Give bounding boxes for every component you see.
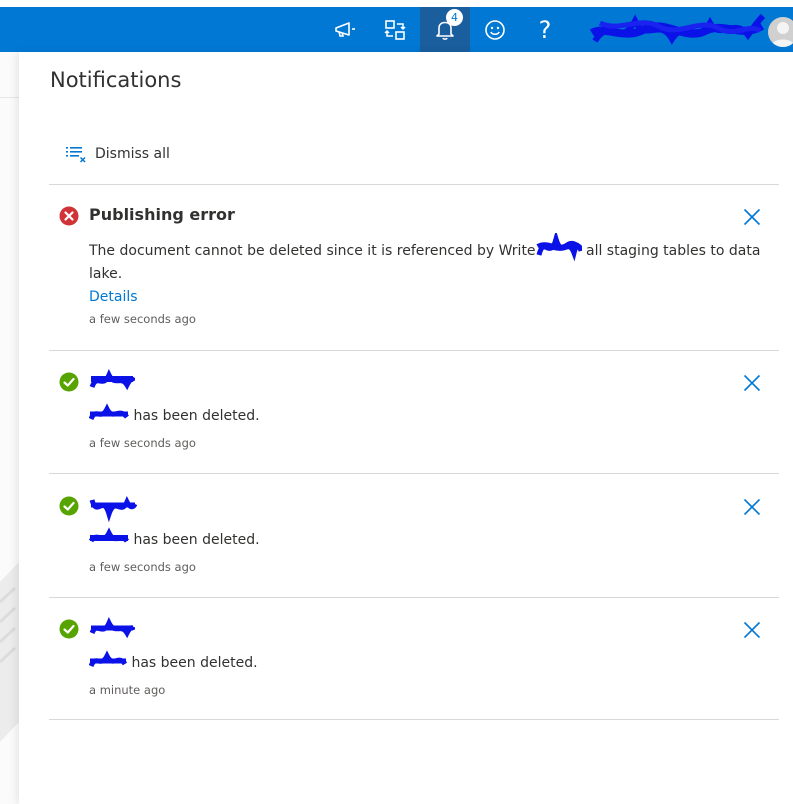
announcements-button[interactable] xyxy=(320,7,370,52)
success-icon xyxy=(59,619,79,639)
message-text: The document cannot be deleted since it … xyxy=(89,243,536,259)
notifications-button[interactable]: 4 xyxy=(420,7,470,52)
redacted-text xyxy=(89,403,129,421)
avatar-icon xyxy=(771,22,793,47)
redacted-username xyxy=(590,13,765,45)
divider xyxy=(49,473,779,474)
redacted-title xyxy=(89,369,135,391)
redacted-title xyxy=(89,617,135,639)
divider xyxy=(49,597,779,598)
close-icon[interactable] xyxy=(743,208,761,226)
help-icon: ? xyxy=(538,15,552,44)
redacted-title xyxy=(89,496,137,522)
switch-directory-button[interactable] xyxy=(370,7,420,52)
success-icon xyxy=(59,372,79,392)
megaphone-icon xyxy=(335,21,355,37)
notification-timestamp: a minute ago xyxy=(89,683,166,697)
redacted-text xyxy=(89,650,127,668)
notification-item-success: has been deleted. a few seconds ago xyxy=(49,496,779,576)
notification-count-badge: 4 xyxy=(446,9,463,26)
redacted-text xyxy=(536,233,582,262)
notifications-panel: Notifications Dismiss all Publishing err… xyxy=(19,52,793,804)
notification-timestamp: a few seconds ago xyxy=(89,436,196,450)
message-text-line2: lake. xyxy=(89,266,123,282)
divider xyxy=(49,184,779,185)
dismiss-all-label: Dismiss all xyxy=(95,146,170,162)
smiley-icon xyxy=(485,19,505,40)
account-avatar[interactable] xyxy=(768,17,793,47)
close-icon[interactable] xyxy=(743,498,761,516)
background-page: em xyxy=(0,52,20,804)
notification-item-success: has been deleted. a minute ago xyxy=(49,617,779,699)
background-graphic xyxy=(0,562,19,742)
details-link[interactable]: Details xyxy=(89,289,138,305)
redacted-text xyxy=(89,527,129,543)
divider xyxy=(49,719,779,720)
notification-timestamp: a few seconds ago xyxy=(89,560,196,574)
panel-title: Notifications xyxy=(50,68,182,92)
switch-directory-icon xyxy=(384,19,406,40)
notification-message: has been deleted. xyxy=(89,403,769,427)
notification-item-success: has been deleted. a few seconds ago xyxy=(49,369,779,452)
dismiss-all-icon xyxy=(66,147,86,163)
top-bar: 4 ? xyxy=(0,0,793,52)
notification-item-error: Publishing error The document cannot be … xyxy=(49,205,779,326)
dismiss-all-button[interactable]: Dismiss all xyxy=(65,144,170,164)
message-text: has been deleted. xyxy=(129,408,260,424)
success-icon xyxy=(59,496,79,516)
divider xyxy=(49,350,779,351)
help-button[interactable]: ? xyxy=(520,7,570,52)
feedback-button[interactable] xyxy=(470,7,520,52)
notification-title: Publishing error xyxy=(89,205,235,224)
background-divider xyxy=(0,97,19,98)
close-icon[interactable] xyxy=(743,621,761,639)
notification-message: has been deleted. xyxy=(89,527,769,551)
error-icon xyxy=(59,206,79,226)
notification-message: The document cannot be deleted since it … xyxy=(89,233,769,285)
close-icon[interactable] xyxy=(743,374,761,392)
message-text: has been deleted. xyxy=(129,532,260,548)
message-text-continued: all staging tables to data xyxy=(581,243,761,259)
notification-timestamp: a few seconds ago xyxy=(89,312,196,326)
notification-message: has been deleted. xyxy=(89,650,769,674)
message-text: has been deleted. xyxy=(127,655,258,671)
